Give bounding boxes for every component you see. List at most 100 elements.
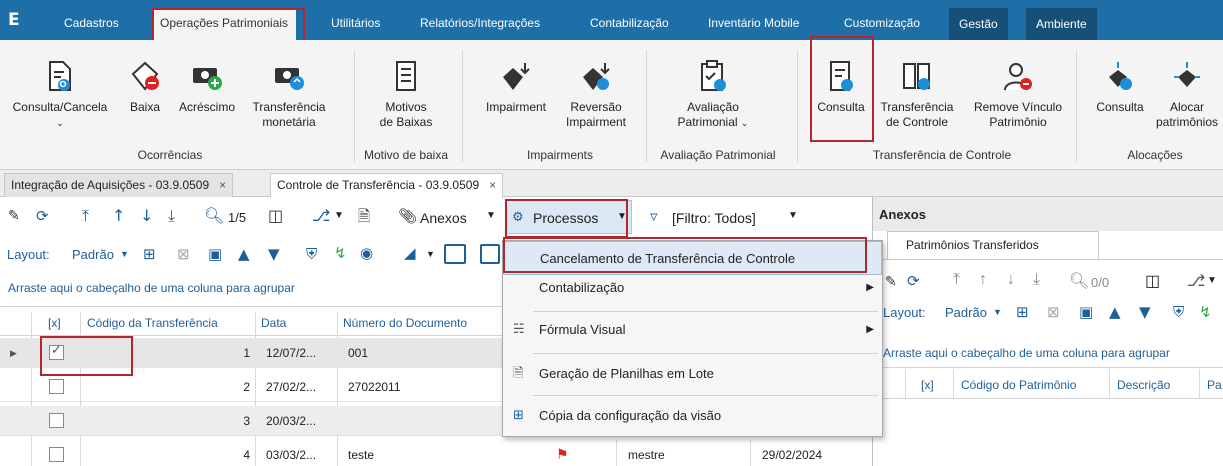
chevron-down-icon[interactable]: ▼ (334, 210, 344, 221)
table-row[interactable]: 4 03/03/2... teste ⚑ mestre 29/02/2024 (0, 440, 870, 466)
processos-button[interactable]: ⚙ Processos ▼ (506, 200, 632, 234)
search-icon[interactable]: 🔍︎ (204, 206, 224, 225)
alocar-patrimonios-button[interactable]: Alocar patrimônios (1152, 60, 1222, 130)
chart-icon[interactable]: ◉ (360, 244, 373, 262)
spreadsheet-icon: 🗎︎ (513, 366, 524, 381)
alocacoes-consulta-button[interactable]: Consulta (1090, 60, 1150, 115)
menu-tab-inventario-mobile[interactable]: Inventário Mobile (708, 12, 799, 34)
reversao-impairment-button[interactable]: Reversão Impairment (558, 60, 634, 130)
chevron-down-icon[interactable]: ▼ (1207, 275, 1217, 286)
remove-vinculo-button[interactable]: Remove Vínculo Patrimônio (966, 60, 1070, 130)
document-icon[interactable]: 🗎︎ (358, 206, 370, 231)
close-icon[interactable]: × (489, 178, 496, 192)
header-descricao[interactable]: Descrição (1117, 378, 1170, 392)
menu-tab-cadastros[interactable]: Cadastros (64, 12, 119, 34)
upload-icon[interactable]: ▲ (238, 245, 250, 263)
tab-label: Patrimônios Transferidos (906, 238, 1039, 252)
transferencia-de-controle-button[interactable]: Transferência de Controle (872, 60, 962, 130)
edit-icon[interactable]: ✎ (8, 208, 20, 224)
pin-icon[interactable]: ↯ (1199, 303, 1212, 321)
edit-icon[interactable]: ✎ (885, 273, 897, 290)
upload-icon[interactable]: ▲ (1109, 303, 1121, 321)
menu-item-contabilizacao[interactable]: Contabilização ▶ (503, 271, 882, 305)
header-codigo-patrimonio[interactable]: Código do Patrimônio (961, 378, 1076, 392)
processos-label: Processos (533, 210, 599, 226)
header-codigo[interactable]: Código da Transferência (87, 316, 218, 330)
next-record-icon[interactable]: ↓ (140, 206, 153, 225)
baixa-button[interactable]: Baixa (124, 60, 166, 115)
menu-tab-contabilizacao[interactable]: Contabilização (590, 12, 669, 34)
area-chart-icon[interactable]: ◢ (404, 244, 416, 262)
menu-tab-ambiente[interactable]: Ambiente (1026, 8, 1097, 40)
filter-dropdown[interactable]: [Filtro: Todos] (672, 210, 756, 226)
menu-item-cancelamento-transferencia[interactable]: Cancelamento de Transferência de Control… (503, 241, 882, 275)
columns-icon[interactable]: ◫ (1145, 271, 1160, 291)
menu-item-geracao-planilhas[interactable]: 🗎︎ Geração de Planilhas em Lote (503, 357, 882, 391)
close-icon[interactable]: × (219, 178, 226, 192)
group-alocacoes: Alocações (1127, 148, 1183, 162)
chevron-down-icon[interactable]: ▼ (993, 307, 1002, 317)
row-checkbox[interactable]: ✓ (49, 342, 64, 360)
doc-tab-label: Integração de Aquisições - 03.9.0509 (11, 178, 210, 192)
menu-item-formula-visual[interactable]: ☵ Fórmula Visual ▶ (503, 313, 882, 347)
menu-tab-customizacao[interactable]: Customização (844, 12, 920, 34)
previous-record-icon[interactable]: ↑ (112, 206, 125, 225)
doc-tab-controle-transferencia[interactable]: Controle de Transferência - 03.9.0509 × (270, 173, 504, 198)
search-icon[interactable]: 🔍︎ (1069, 271, 1089, 290)
menu-tab-relatorios[interactable]: Relatórios/Integrações (420, 12, 540, 34)
refresh-icon[interactable]: ⟳ (36, 207, 49, 225)
columns-icon[interactable]: ◫ (268, 206, 283, 225)
row-checkbox[interactable] (49, 379, 64, 394)
app-logo[interactable]: E (8, 10, 26, 32)
first-record-icon[interactable]: ⤒ (82, 206, 89, 226)
group-impairments: Impairments (526, 148, 594, 162)
add-icon[interactable]: ⊞ (143, 245, 156, 263)
consulta-transferencia-button[interactable]: Consulta (812, 60, 870, 115)
filter-icon[interactable]: ▿ (650, 207, 658, 225)
acrescimo-button[interactable]: Acréscimo (174, 60, 240, 115)
transferencia-monetaria-button[interactable]: Transferência monetária (244, 60, 334, 130)
header-check[interactable]: [x] (48, 316, 61, 330)
doc-tab-integracao-aquisicoes[interactable]: Integração de Aquisições - 03.9.0509 × (4, 173, 234, 197)
chevron-down-icon[interactable]: ▼ (120, 249, 129, 259)
motivos-de-baixas-button[interactable]: Motivos de Baixas (356, 60, 456, 130)
consulta-cancela-button[interactable]: Consulta/Cancela ⌄ (6, 60, 114, 131)
export-icon[interactable]: ⎇ (1187, 271, 1205, 290)
download-icon[interactable]: ▼ (1139, 303, 1151, 321)
last-record-icon[interactable]: ⤓ (168, 206, 175, 226)
menu-tab-gestao[interactable]: Gestão (949, 8, 1008, 40)
header-check[interactable]: [x] (921, 378, 934, 392)
save-icon[interactable]: ▣ (208, 245, 222, 263)
panel-bottom-icon[interactable] (444, 244, 466, 264)
group-motivo-baixa: Motivo de baixa (363, 148, 449, 162)
export-icon[interactable]: ⎇ (312, 206, 330, 225)
paint-icon[interactable]: ⛨ (306, 245, 317, 263)
layout-dropdown[interactable]: Padrão (72, 247, 114, 262)
avaliacao-patrimonial-button[interactable]: Avaliação Patrimonial ⌄ (658, 60, 768, 131)
menu-tab-operacoes-patrimoniais[interactable]: Operações Patrimoniais (152, 10, 297, 40)
chevron-down-icon[interactable]: ▼ (426, 249, 435, 259)
chevron-down-icon[interactable]: ▼ (486, 210, 496, 221)
row-checkbox[interactable] (49, 447, 64, 462)
anexos-button[interactable]: Anexos (420, 210, 467, 226)
row-checkbox[interactable] (49, 413, 64, 428)
refresh-icon[interactable]: ⟳ (907, 272, 920, 290)
save-icon[interactable]: ▣ (1079, 303, 1093, 321)
pin-icon[interactable]: ↯ (334, 244, 347, 262)
header-pa[interactable]: Pa (1207, 378, 1222, 392)
paperclip-icon: 📎︎ (398, 207, 418, 225)
layout-dropdown[interactable]: Padrão (945, 305, 987, 320)
paint-icon[interactable]: ⛨ (1173, 303, 1184, 321)
tab-patrimonios-transferidos[interactable]: Patrimônios Transferidos (887, 231, 1099, 259)
panel-split-icon[interactable] (480, 244, 500, 264)
header-numero[interactable]: Número do Documento (343, 316, 467, 330)
menu-item-copia-configuracao[interactable]: ⊞ Cópia da configuração da visão (503, 399, 882, 433)
menu-tab-utilitarios[interactable]: Utilitários (331, 12, 380, 34)
header-data[interactable]: Data (261, 316, 286, 330)
document-tabs: Integração de Aquisições - 03.9.0509 × Co… (0, 170, 1223, 198)
group-avaliacao-patrimonial: Avaliação Patrimonial (660, 148, 776, 162)
add-icon[interactable]: ⊞ (1016, 303, 1029, 321)
download-icon[interactable]: ▼ (268, 245, 280, 263)
chevron-down-icon[interactable]: ▼ (788, 210, 798, 221)
impairment-button[interactable]: Impairment (480, 60, 552, 115)
